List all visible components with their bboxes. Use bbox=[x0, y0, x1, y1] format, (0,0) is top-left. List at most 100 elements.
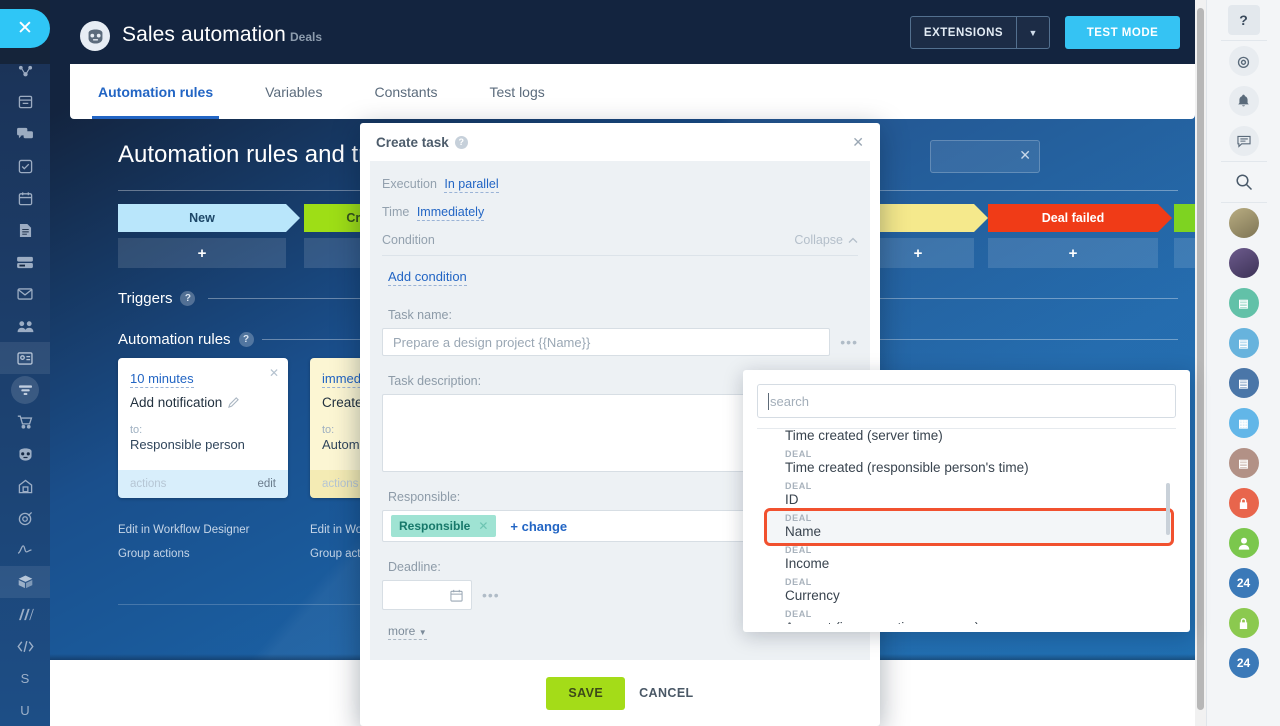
group-icon[interactable] bbox=[0, 310, 50, 342]
close-icon[interactable]: ✕ bbox=[852, 134, 864, 151]
company-icon[interactable] bbox=[0, 470, 50, 502]
contacts-icon[interactable] bbox=[0, 342, 50, 374]
tab-automation-rules[interactable]: Automation rules bbox=[91, 64, 220, 119]
stage-deal-won[interactable]: Deal won bbox=[1174, 204, 1195, 232]
page-scrollbar-thumb[interactable] bbox=[1197, 8, 1204, 710]
chevron-down-icon[interactable]: ▼ bbox=[1017, 28, 1049, 38]
search-icon[interactable] bbox=[1207, 162, 1280, 202]
stage-deal-failed[interactable]: Deal failed bbox=[988, 204, 1172, 232]
collapse-toggle[interactable]: Collapse bbox=[794, 233, 858, 247]
calendar-icon[interactable] bbox=[0, 182, 50, 214]
add-rule-button[interactable]: + bbox=[1174, 238, 1195, 268]
automation-rules-section: Automation rules ? bbox=[118, 331, 254, 348]
mail-icon[interactable] bbox=[0, 278, 50, 310]
test-mode-button[interactable]: TEST MODE bbox=[1065, 16, 1180, 49]
shop-icon[interactable] bbox=[0, 406, 50, 438]
group-actions-link[interactable]: Group actions bbox=[118, 548, 288, 560]
rule-edit-link[interactable]: edit bbox=[257, 478, 276, 490]
sign-icon[interactable] bbox=[0, 534, 50, 566]
bitrix24-icon-1[interactable]: 24 bbox=[1207, 563, 1280, 603]
field-list[interactable]: DEAL Time created (server time) DEAL Tim… bbox=[757, 428, 1176, 624]
contact-card-icon-2[interactable]: ▤ bbox=[1207, 323, 1280, 363]
tab-constants[interactable]: Constants bbox=[374, 64, 437, 119]
ellipsis-icon[interactable]: ••• bbox=[482, 587, 500, 603]
group-chat-icon[interactable]: ▤ bbox=[1207, 363, 1280, 403]
rule-time[interactable]: 10 minutes bbox=[130, 371, 194, 388]
page-scrollbar[interactable] bbox=[1195, 0, 1206, 726]
tab-test-logs[interactable]: Test logs bbox=[490, 64, 545, 119]
close-icon[interactable]: ✕ bbox=[478, 519, 488, 533]
execution-label: Execution bbox=[382, 177, 437, 191]
analytics-icon[interactable] bbox=[0, 598, 50, 630]
avatar-user-1[interactable] bbox=[1207, 203, 1280, 243]
crm-funnel-icon[interactable] bbox=[0, 374, 50, 406]
extensions-button[interactable]: EXTENSIONS ▼ bbox=[910, 16, 1050, 49]
stage-new[interactable]: New bbox=[118, 204, 300, 232]
contact-card-icon-1[interactable]: ▤ bbox=[1207, 283, 1280, 323]
list-item[interactable]: DEAL ID bbox=[757, 479, 1176, 511]
documents-icon[interactable] bbox=[0, 214, 50, 246]
letter-s-icon[interactable]: S bbox=[0, 662, 50, 694]
calendar-icon[interactable] bbox=[450, 589, 463, 602]
tasks-icon[interactable] bbox=[0, 150, 50, 182]
ellipsis-icon[interactable]: ••• bbox=[840, 334, 858, 350]
close-icon[interactable]: ✕ bbox=[1019, 147, 1031, 164]
search-input[interactable]: search bbox=[757, 384, 1176, 418]
question-icon[interactable]: ? bbox=[180, 291, 196, 306]
tab-variables[interactable]: Variables bbox=[265, 64, 322, 119]
list-item[interactable]: DEAL Time created (responsible person's … bbox=[757, 447, 1176, 479]
save-button[interactable]: SAVE bbox=[546, 676, 626, 710]
robot-icon bbox=[80, 21, 110, 51]
more-toggle[interactable]: more ▼ bbox=[388, 624, 427, 640]
drive-icon[interactable] bbox=[0, 246, 50, 278]
add-rule-button[interactable]: + bbox=[988, 238, 1158, 268]
time-value[interactable]: Immediately bbox=[416, 205, 485, 221]
field-list-scroll: DEAL Time created (server time) DEAL Tim… bbox=[757, 429, 1176, 624]
list-item[interactable]: DEAL Time created (server time) bbox=[757, 429, 1176, 447]
task-name-input[interactable]: Prepare a design project {{Name}} bbox=[382, 328, 831, 356]
edit-in-workflow-designer-link[interactable]: Edit in Workflow Designer bbox=[118, 524, 288, 536]
help-icon[interactable]: ? bbox=[1207, 0, 1280, 40]
question-icon[interactable]: ? bbox=[238, 332, 254, 347]
pulse-icon[interactable]: ◎ bbox=[1207, 41, 1280, 81]
execution-value[interactable]: In parallel bbox=[444, 177, 499, 193]
cancel-button[interactable]: CANCEL bbox=[639, 686, 693, 700]
automation-robot-icon[interactable] bbox=[0, 438, 50, 470]
rule-actions-label[interactable]: actions bbox=[322, 478, 358, 490]
calendar-icon[interactable]: ▦ bbox=[1207, 403, 1280, 443]
feed-icon[interactable] bbox=[0, 86, 50, 118]
pencil-icon[interactable] bbox=[228, 397, 240, 408]
contact-card-icon-3[interactable]: ▤ bbox=[1207, 443, 1280, 483]
letter-u-icon[interactable]: U bbox=[0, 694, 50, 726]
question-icon[interactable]: ? bbox=[454, 135, 468, 149]
bitrix24-icon-2[interactable]: 24 bbox=[1207, 643, 1280, 683]
rule-actions-label[interactable]: actions bbox=[130, 478, 166, 490]
close-icon[interactable]: ✕ bbox=[269, 366, 279, 380]
lock-red-icon[interactable] bbox=[1207, 483, 1280, 523]
dropdown-scrollbar-thumb[interactable] bbox=[1166, 483, 1170, 535]
deadline-input[interactable] bbox=[382, 580, 472, 610]
notifications-icon[interactable] bbox=[1207, 81, 1280, 121]
responsible-tag[interactable]: Responsible ✕ bbox=[391, 515, 497, 537]
item-value: Income bbox=[785, 556, 830, 571]
search-filter-chip[interactable]: ✕ bbox=[930, 140, 1040, 173]
time-label: Time bbox=[382, 205, 410, 219]
chat-icon[interactable] bbox=[0, 118, 50, 150]
developer-code-icon[interactable] bbox=[0, 630, 50, 662]
list-item[interactable]: DEAL Amount (in accounting currency) bbox=[757, 607, 1176, 624]
add-condition-link[interactable]: Add condition bbox=[388, 269, 467, 286]
box-icon[interactable] bbox=[0, 566, 50, 598]
network-icon[interactable] bbox=[0, 54, 50, 86]
rule-card[interactable]: ✕ 10 minutes Add notification to: Respon… bbox=[118, 358, 288, 498]
lock-green-icon[interactable] bbox=[1207, 603, 1280, 643]
change-responsible-link[interactable]: + change bbox=[510, 519, 567, 534]
list-item-selected[interactable]: DEAL Name bbox=[764, 508, 1174, 546]
avatar-user-2[interactable] bbox=[1207, 243, 1280, 283]
user-green-icon[interactable] bbox=[1207, 523, 1280, 563]
list-item[interactable]: DEAL Currency bbox=[757, 575, 1176, 607]
list-item[interactable]: DEAL Income bbox=[757, 543, 1176, 575]
close-icon[interactable]: ✕ bbox=[0, 9, 50, 48]
marketing-target-icon[interactable] bbox=[0, 502, 50, 534]
messages-icon[interactable] bbox=[1207, 121, 1280, 161]
add-rule-button[interactable]: + bbox=[118, 238, 286, 268]
